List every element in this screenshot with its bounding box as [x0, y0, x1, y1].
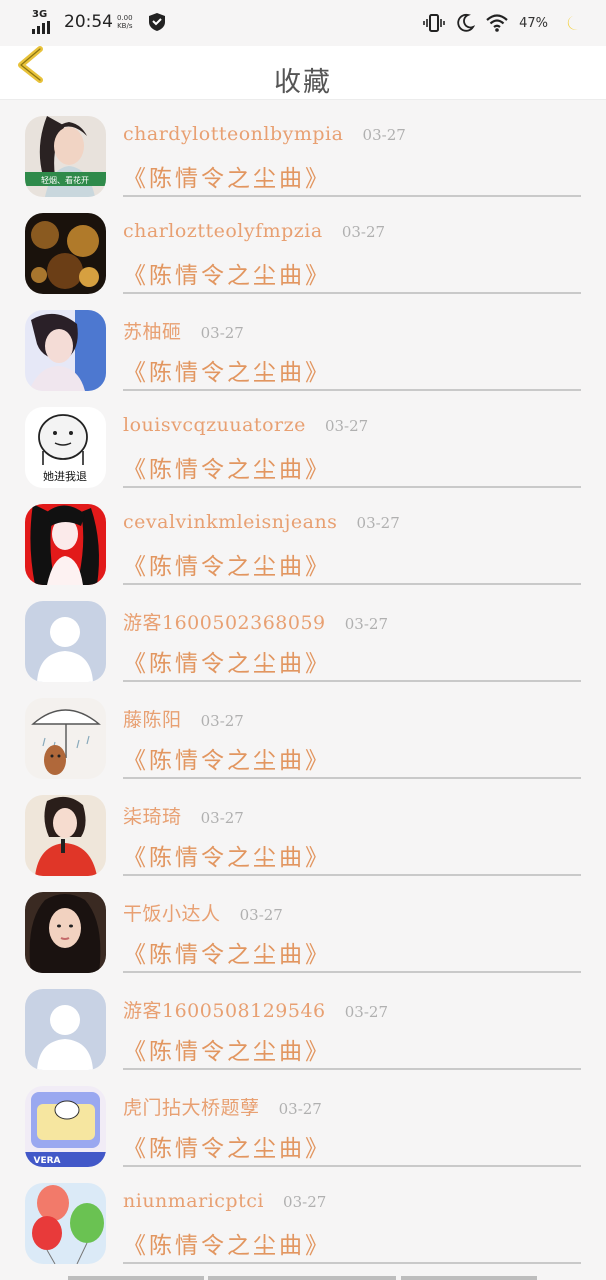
username: 干饭小达人: [123, 903, 221, 925]
avatar[interactable]: [25, 1183, 106, 1264]
username: 游客1600502368059: [123, 612, 326, 634]
page-title: 收藏: [274, 67, 332, 98]
list-item[interactable]: 藤陈阳 03-27 《陈情令之尘曲》: [0, 682, 606, 779]
list-item[interactable]: VERA 虎门拈大桥题孽 03-27 《陈情令之尘曲》: [0, 1070, 606, 1167]
speed-unit: KB/s: [117, 22, 133, 30]
list-item[interactable]: 游客1600502368059 03-27 《陈情令之尘曲》: [0, 585, 606, 682]
song-title[interactable]: 《陈情令之尘曲》: [123, 159, 331, 193]
shield-icon: [148, 13, 165, 31]
username: louisvcqzuuatorze: [123, 414, 306, 436]
avatar[interactable]: [25, 892, 106, 973]
list-item[interactable]: 苏柚砸 03-27 《陈情令之尘曲》: [0, 294, 606, 391]
song-title[interactable]: 《陈情令之尘曲》: [123, 450, 331, 484]
username: 虎门拈大桥题孽: [123, 1097, 260, 1119]
song-title[interactable]: 《陈情令之尘曲》: [123, 353, 331, 387]
favorite-date: 03-27: [200, 324, 244, 342]
username: chardylotteonlbympia: [123, 123, 344, 145]
song-title[interactable]: 《陈情令之尘曲》: [123, 838, 331, 872]
song-title[interactable]: 《陈情令之尘曲》: [123, 741, 331, 775]
list-item[interactable]: cevalvinkmleisnjeans 03-27 《陈情令之尘曲》: [0, 488, 606, 585]
favorite-date: 03-27: [283, 1193, 327, 1211]
username: 苏柚砸: [123, 321, 182, 343]
avatar[interactable]: [25, 504, 106, 585]
avatar[interactable]: [25, 601, 106, 682]
favorite-date: 03-27: [344, 1003, 388, 1021]
favorite-date: 03-27: [344, 615, 388, 633]
avatar[interactable]: [25, 310, 106, 391]
username: 柒琦琦: [123, 806, 182, 828]
song-title[interactable]: 《陈情令之尘曲》: [123, 1129, 331, 1163]
song-title[interactable]: 《陈情令之尘曲》: [123, 644, 331, 678]
do-not-disturb-moon-icon: [457, 13, 476, 32]
username: niunmaricptci: [123, 1190, 264, 1212]
song-title[interactable]: 《陈情令之尘曲》: [123, 1032, 331, 1066]
speed-value: 0.00: [117, 14, 133, 22]
vibrate-icon: [423, 14, 445, 32]
favorite-date: 03-27: [356, 514, 400, 532]
bottom-bar-edge: [0, 1274, 606, 1280]
favorite-date: 03-27: [278, 1100, 322, 1118]
battery-saver-moon-icon: [560, 15, 578, 31]
list-item[interactable]: 干饭小达人 03-27 《陈情令之尘曲》: [0, 876, 606, 973]
username: cevalvinkmleisnjeans: [123, 511, 338, 533]
avatar[interactable]: 她进我退: [25, 407, 106, 488]
favorite-date: 03-27: [324, 417, 369, 435]
battery-percent: 47%: [519, 15, 548, 31]
favorite-date: 03-27: [200, 712, 244, 730]
list-item[interactable]: 轻烟、看花开 chardylotteonlbympia 03-27 《陈情令之尘…: [0, 100, 606, 197]
list-item[interactable]: niunmaricptci 03-27 《陈情令之尘曲》: [0, 1167, 606, 1264]
song-title[interactable]: 《陈情令之尘曲》: [123, 935, 331, 969]
avatar[interactable]: [25, 795, 106, 876]
avatar-caption: 轻烟、看花开: [41, 175, 89, 185]
list-item[interactable]: 游客1600508129546 03-27 《陈情令之尘曲》: [0, 973, 606, 1070]
song-title[interactable]: 《陈情令之尘曲》: [123, 1226, 331, 1260]
avatar[interactable]: [25, 989, 106, 1070]
favorites-list: 轻烟、看花开 chardylotteonlbympia 03-27 《陈情令之尘…: [0, 100, 606, 1264]
avatar[interactable]: [25, 213, 106, 294]
username: 游客1600508129546: [123, 1000, 326, 1022]
avatar[interactable]: [25, 698, 106, 779]
username: 藤陈阳: [123, 709, 182, 731]
signal-icon: 3G: [32, 9, 58, 34]
song-title[interactable]: 《陈情令之尘曲》: [123, 547, 331, 581]
list-item[interactable]: 柒琦琦 03-27 《陈情令之尘曲》: [0, 779, 606, 876]
favorite-date: 03-27: [362, 126, 406, 144]
list-item[interactable]: 她进我退 louisvcqzuuatorze 03-27 《陈情令之尘曲》: [0, 391, 606, 488]
clock: 20:54: [64, 12, 113, 32]
network-type: 3G: [32, 9, 48, 20]
song-title[interactable]: 《陈情令之尘曲》: [123, 256, 331, 290]
list-item[interactable]: charloztteolyfmpzia 03-27 《陈情令之尘曲》: [0, 197, 606, 294]
app-header: 收藏: [0, 46, 606, 100]
wifi-icon: [486, 14, 508, 32]
avatar[interactable]: 轻烟、看花开: [25, 116, 106, 197]
favorite-date: 03-27: [200, 809, 244, 827]
username: charloztteolyfmpzia: [123, 220, 323, 242]
favorite-date: 03-27: [239, 906, 283, 924]
status-bar: 3G 20:54 0.00 KB/s 47%: [0, 0, 606, 46]
favorite-date: 03-27: [341, 223, 386, 241]
avatar-caption: VERA: [33, 1156, 60, 1166]
avatar[interactable]: VERA: [25, 1086, 106, 1167]
network-speed: 0.00 KB/s: [117, 14, 133, 30]
avatar-caption: 她进我退: [43, 469, 87, 483]
